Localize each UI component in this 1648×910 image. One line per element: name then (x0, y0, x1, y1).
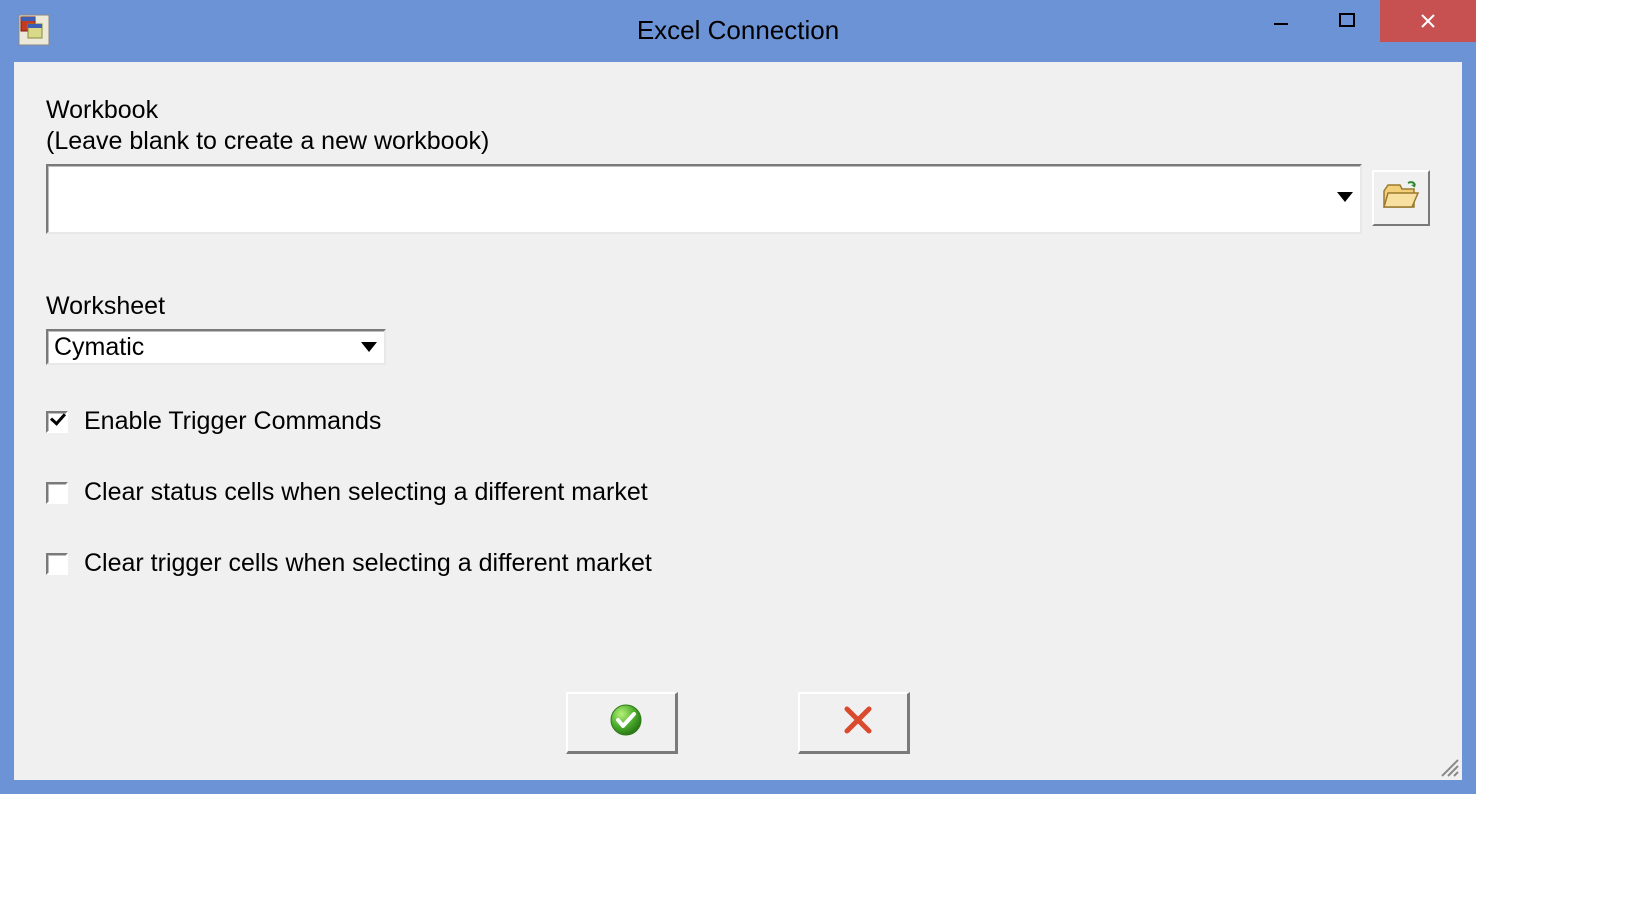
chevron-down-icon[interactable] (1332, 166, 1358, 228)
resize-grip[interactable] (1436, 754, 1460, 778)
browse-button[interactable] (1372, 170, 1430, 226)
enable-trigger-checkbox[interactable] (46, 411, 68, 433)
x-icon (841, 703, 875, 742)
workbook-hint: (Leave blank to create a new workbook) (46, 127, 1430, 156)
clear-status-row: Clear status cells when selecting a diff… (46, 478, 1430, 507)
chevron-down-icon[interactable] (356, 331, 382, 363)
enable-trigger-label: Enable Trigger Commands (84, 407, 381, 436)
titlebar: Excel Connection (0, 0, 1476, 60)
worksheet-value: Cymatic (54, 333, 356, 362)
window: Excel Connection Workbook (Leave blank t… (0, 0, 1476, 794)
clear-trigger-row: Clear trigger cells when selecting a dif… (46, 549, 1430, 578)
ok-button[interactable] (566, 692, 678, 754)
folder-open-icon (1382, 179, 1420, 218)
window-controls (1248, 0, 1476, 46)
enable-trigger-row: Enable Trigger Commands (46, 407, 1430, 436)
clear-status-checkbox[interactable] (46, 482, 68, 504)
workbook-label: Workbook (46, 96, 1430, 125)
worksheet-combo[interactable]: Cymatic (46, 329, 386, 365)
worksheet-label: Worksheet (46, 292, 1430, 321)
clear-trigger-label: Clear trigger cells when selecting a dif… (84, 549, 652, 578)
client-area: Workbook (Leave blank to create a new wo… (14, 62, 1462, 780)
cancel-button[interactable] (798, 692, 910, 754)
maximize-button[interactable] (1314, 0, 1380, 42)
dialog-actions (14, 692, 1462, 754)
workbook-combo[interactable] (46, 164, 1362, 234)
check-circle-icon (609, 703, 643, 742)
minimize-button[interactable] (1248, 0, 1314, 42)
clear-trigger-checkbox[interactable] (46, 553, 68, 575)
close-button[interactable] (1380, 0, 1476, 42)
app-icon (18, 14, 50, 46)
clear-status-label: Clear status cells when selecting a diff… (84, 478, 648, 507)
